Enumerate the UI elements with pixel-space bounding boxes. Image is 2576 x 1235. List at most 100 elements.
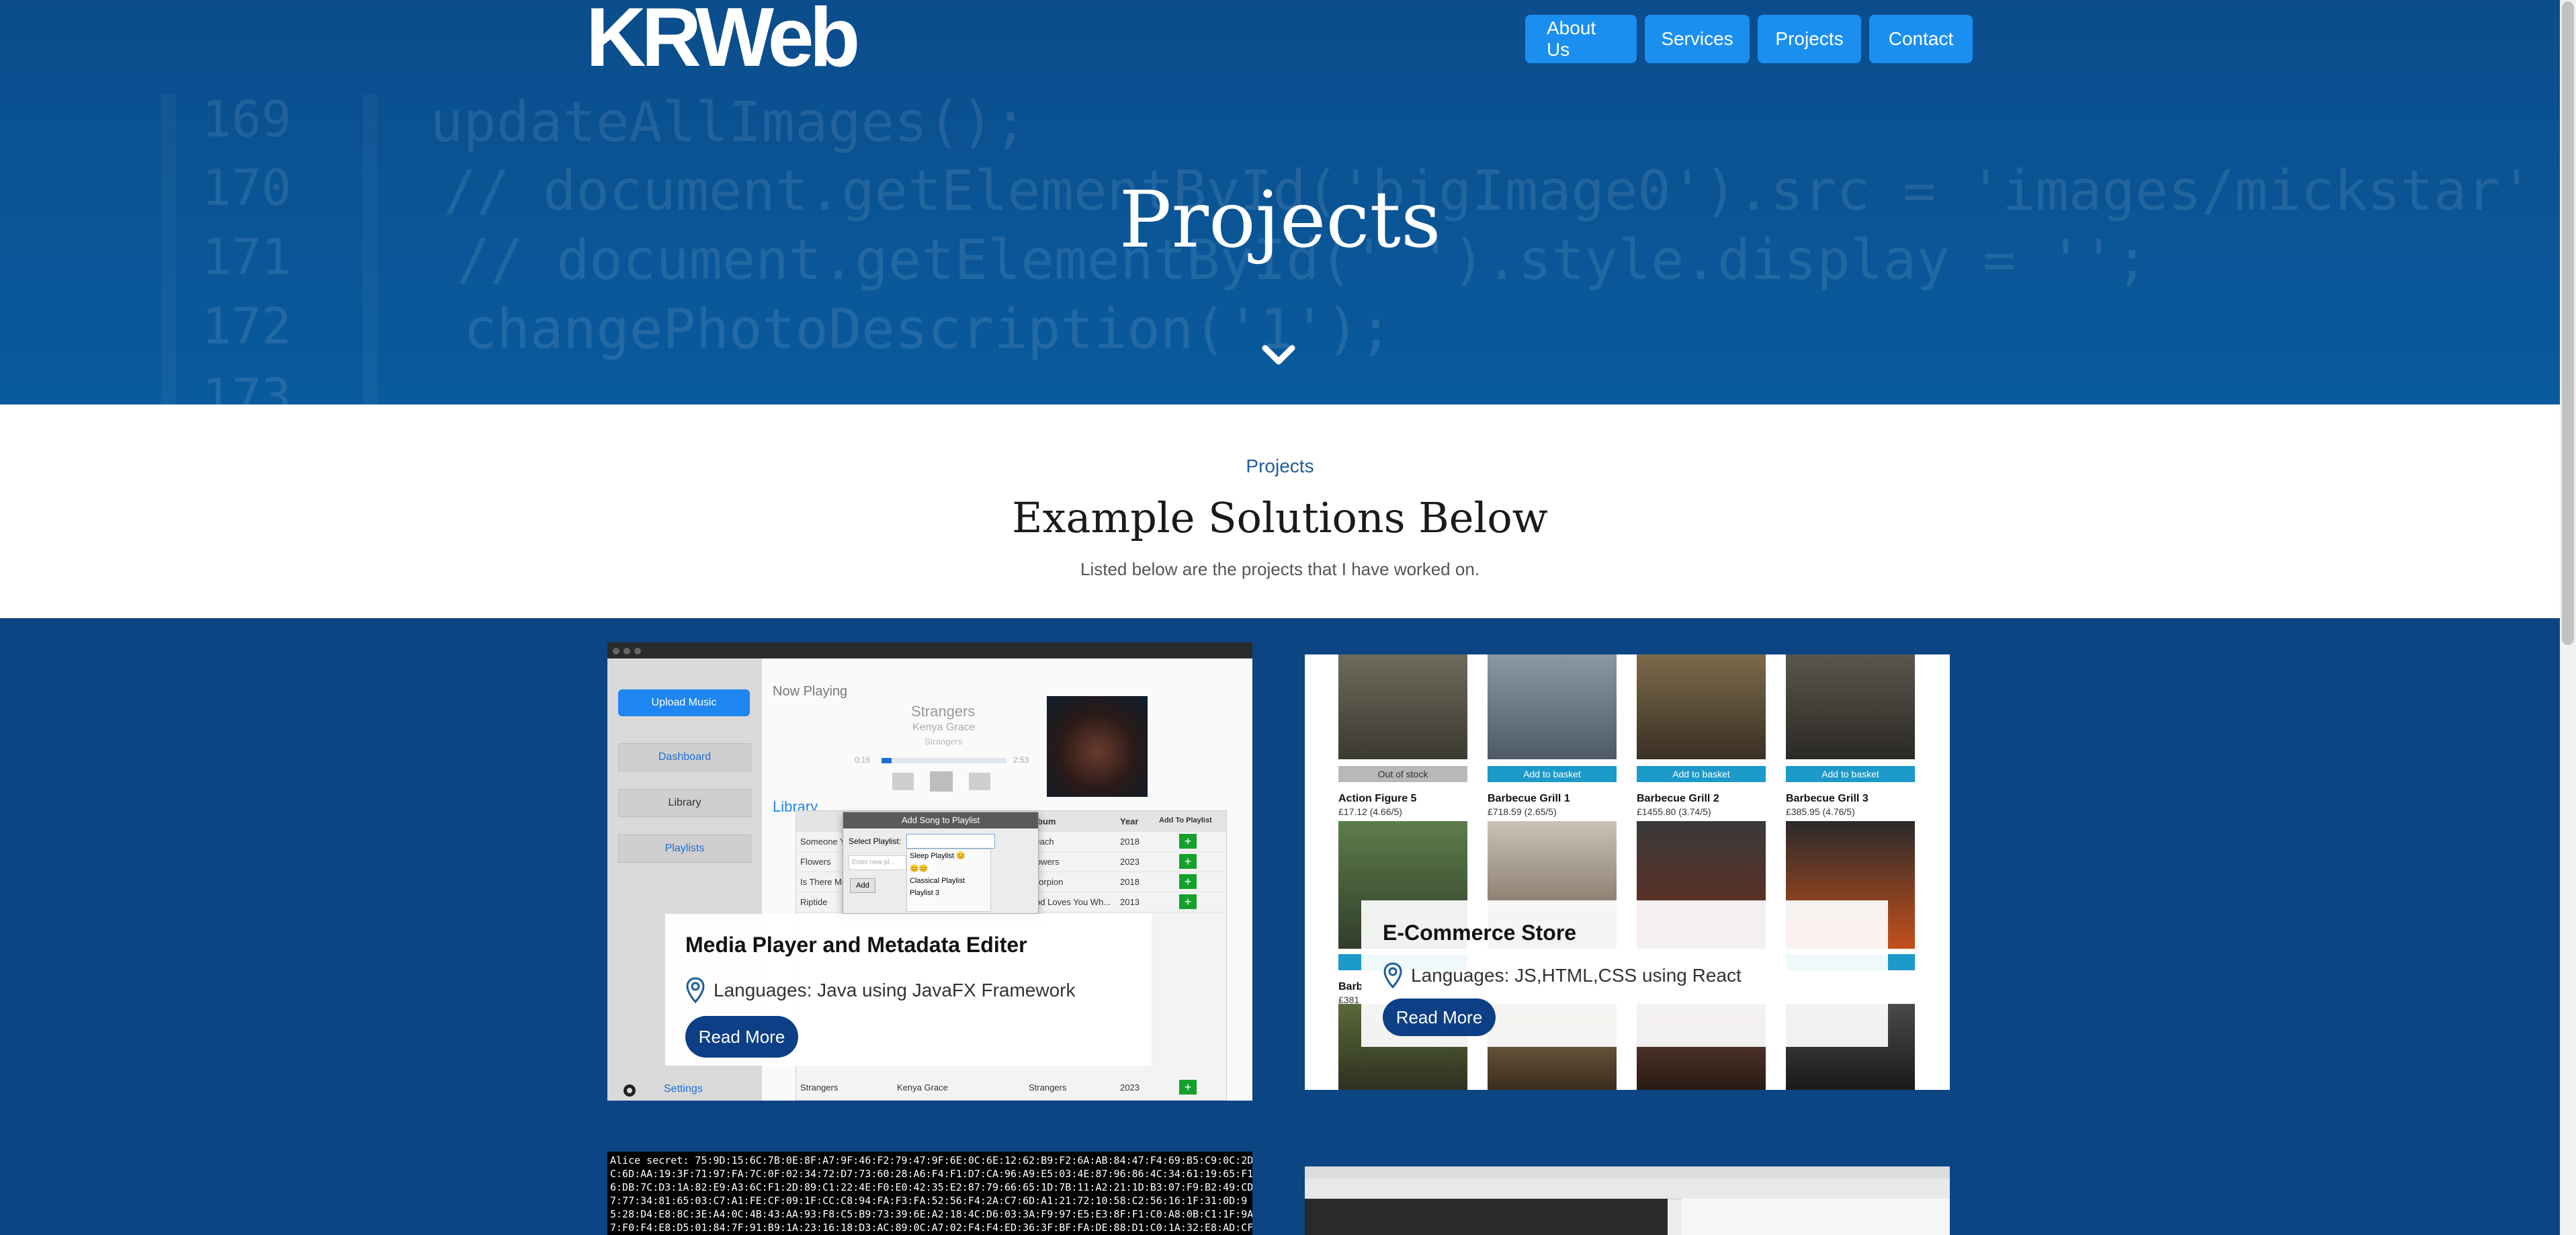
playlist-select	[906, 834, 995, 849]
intro-section: Projects Example Solutions Below Listed …	[0, 404, 2560, 618]
row-title: Flowers	[800, 857, 831, 867]
card-caption: E-Commerce Store Languages: JS,HTML,CSS …	[1361, 900, 1888, 1047]
location-pin-icon	[686, 977, 705, 1004]
window-titlebar	[607, 642, 1252, 658]
product-name: Barbecue Grill 3	[1786, 793, 1869, 804]
terminal-line: C:6D:AA:19:3F:71:97:FA:7C:0F:02:34:72:D7…	[610, 1168, 1252, 1180]
nav-services-button[interactable]: Services	[1645, 15, 1750, 63]
time-total: 2:53	[1013, 755, 1029, 765]
fast-forward-icon	[969, 773, 990, 790]
time-elapsed: 0:16	[855, 755, 871, 765]
song-title: Strangers	[911, 703, 976, 720]
ide-code-pane	[1681, 1199, 1950, 1235]
code-line-text: updateAllImages();	[430, 91, 1027, 155]
project-card-ecommerce[interactable]: Out of stock Add to basket Add to basket…	[1305, 654, 1950, 1090]
gear-icon	[624, 1084, 636, 1097]
section-eyebrow: Projects	[1246, 456, 1314, 476]
row-title: Strangers	[800, 1082, 839, 1093]
section-heading: Example Solutions Below	[1012, 493, 1548, 542]
song-album: Strangers	[925, 736, 963, 747]
dialog-add-button: Add	[850, 878, 875, 893]
code-line-text: changePhotoDescription('1');	[464, 298, 1393, 361]
plus-icon: +	[1179, 874, 1197, 889]
product-price: £718.59 (2.65/5)	[1488, 806, 1557, 817]
playlists-button: Playlists	[618, 835, 751, 863]
product-name: Barbecue Grill 1	[1488, 793, 1570, 804]
add-to-basket-button: Add to basket	[1488, 766, 1617, 782]
ide-toolbar	[1305, 1179, 1950, 1199]
terminal-line: 5:28:D4:E8:8C:3E:A4:0C:4B:43:AA:93:F8:C5…	[610, 1208, 1252, 1220]
settings-link: Settings	[664, 1083, 703, 1095]
page-scrollbar-thumb[interactable]	[2562, 1, 2574, 645]
album-art	[1047, 696, 1148, 797]
main-nav: About Us Services Projects Contact	[1525, 15, 1973, 63]
product-image	[1488, 654, 1617, 759]
product-price: £17.12 (4.66/5)	[1338, 806, 1402, 817]
card-caption: Media Player and Metadata Editer Languag…	[665, 914, 1152, 1066]
site-logo[interactable]: KRWeb	[586, 0, 860, 79]
dropdown-option: Sleep Playlist 😊	[910, 852, 965, 860]
project-card-terminal[interactable]: Alice secret: 75:9D:15:6C:7B:0E:8F:A7:9F…	[607, 1152, 1252, 1235]
read-more-button[interactable]: Read More	[1383, 998, 1496, 1036]
project-title: Media Player and Metadata Editer	[685, 933, 1027, 957]
table-row: Strangers Kenya Grace Strangers 2023 +	[796, 1077, 1226, 1097]
product-price: £385.95 (4.76/5)	[1786, 806, 1855, 817]
dialog-label: Select Playlist:	[849, 837, 902, 846]
progress-fill	[882, 758, 892, 763]
read-more-button[interactable]: Read More	[685, 1016, 798, 1058]
project-card-ide[interactable]	[1305, 1166, 1950, 1235]
product-name: Action Figure 5	[1338, 793, 1417, 804]
new-playlist-input: Enter new pl...	[849, 855, 906, 870]
section-subtitle: Listed below are the projects that I hav…	[1080, 559, 1479, 579]
dashboard-button: Dashboard	[618, 743, 751, 771]
product-image	[1338, 654, 1467, 759]
rewind-icon	[892, 773, 914, 790]
col-add: Add To Playlist	[1159, 816, 1212, 824]
plus-icon: +	[1179, 894, 1197, 909]
nav-contact-button[interactable]: Contact	[1869, 15, 1973, 63]
nav-projects-button[interactable]: Projects	[1758, 15, 1861, 63]
ide-preview	[1305, 1199, 1668, 1235]
add-to-basket-button: Add to basket	[1786, 766, 1915, 782]
row-title: Riptide	[800, 897, 828, 907]
terminal-line: Alice secret: 75:9D:15:6C:7B:0E:8F:A7:9F…	[610, 1154, 1252, 1166]
code-line-number: 169	[202, 91, 292, 148]
progress-track	[882, 758, 1006, 763]
col-year: Year	[1120, 816, 1139, 826]
library-button: Library	[618, 789, 751, 817]
row-year: 2023	[1120, 857, 1140, 867]
page-title: Projects	[1119, 175, 1441, 265]
playlist-dropdown: Sleep Playlist 😊 😊😊 Classical Playlist P…	[906, 849, 991, 912]
now-playing-label: Now Playing	[773, 684, 848, 699]
row-year: 2013	[1120, 897, 1140, 907]
project-title: E-Commerce Store	[1383, 921, 1577, 945]
dialog-title: Add Song to Playlist	[843, 812, 1038, 828]
dropdown-option: Classical Playlist	[910, 877, 965, 885]
code-line-number: 172	[202, 298, 292, 355]
window-dot	[613, 648, 619, 654]
dropdown-option: Playlist 3	[910, 889, 940, 897]
nav-about-us-button[interactable]: About Us	[1525, 15, 1637, 63]
plus-icon: +	[1179, 834, 1197, 849]
hero-banner: 169 updateAllImages(); 170 // document.g…	[0, 0, 2560, 404]
project-languages: Languages: JS,HTML,CSS using React	[1411, 965, 1742, 986]
product-name: Barb	[1338, 981, 1363, 992]
row-year: 2023	[1120, 1082, 1140, 1093]
chevron-down-icon[interactable]	[1258, 340, 1299, 371]
row-album: Strangers	[1029, 1082, 1067, 1093]
window-dot	[624, 648, 630, 654]
pause-icon	[930, 771, 953, 792]
upload-music-button: Upload Music	[618, 689, 750, 716]
row-artist: Kenya Grace	[897, 1082, 948, 1093]
add-to-basket-button: Add to basket	[1637, 766, 1766, 782]
add-to-playlist-dialog: Add Song to Playlist Select Playlist: En…	[843, 812, 1039, 914]
row-year: 2018	[1120, 877, 1140, 887]
song-artist: Kenya Grace	[912, 722, 976, 733]
ide-menubar	[1305, 1166, 1950, 1179]
location-pin-icon	[1383, 962, 1402, 989]
project-card-media-player[interactable]: Upload Music Dashboard Library Playlists…	[607, 642, 1252, 1101]
terminal-line: 6:DB:7C:D3:1A:82:E9:A3:6C:F1:2D:89:C1:22…	[610, 1181, 1252, 1193]
row-album: God Loves You Wh...	[1029, 897, 1111, 907]
plus-icon: +	[1179, 854, 1197, 869]
terminal-line: 7:77:34:81:65:03:C7:A1:FE:CF:09:1F:CC:C8…	[610, 1195, 1248, 1207]
